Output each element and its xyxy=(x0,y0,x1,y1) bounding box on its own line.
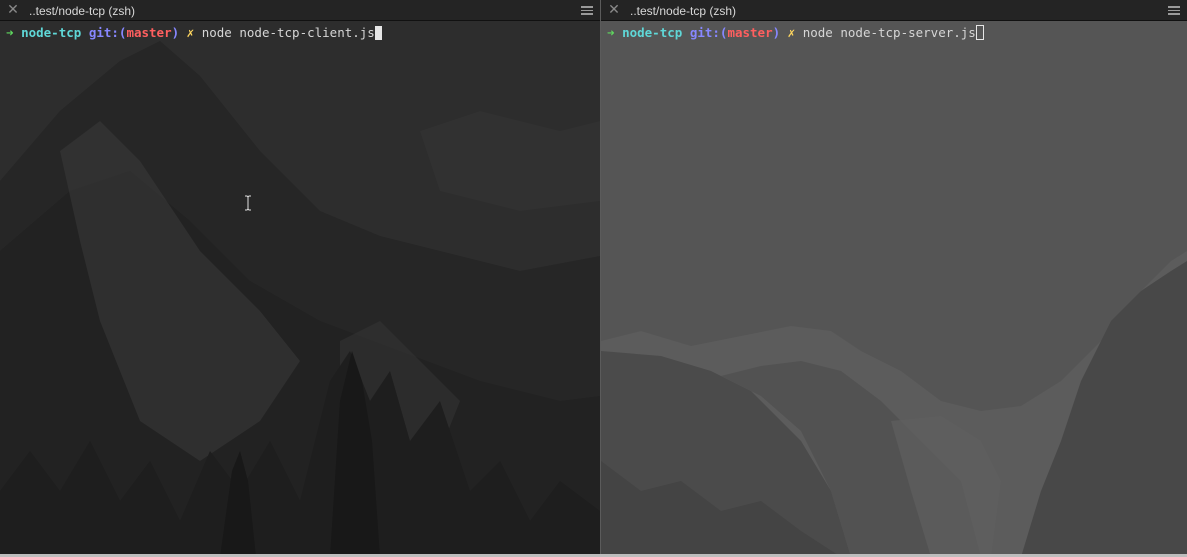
left-command-line[interactable]: ➜ node-tcp git:(master) ✗ node node-tcp-… xyxy=(6,25,382,40)
right-pane-tab-bar: ✕ ..test/node-tcp (zsh) xyxy=(601,0,1187,21)
close-icon[interactable]: ✕ xyxy=(608,3,620,17)
prompt-git-prefix: git:( xyxy=(88,25,127,40)
mountain-background-image xyxy=(601,21,1187,557)
left-command-text: node node-tcp-client.js xyxy=(201,25,375,40)
right-terminal-output[interactable]: ➜ node-tcp git:(master) ✗ node node-tcp-… xyxy=(601,21,1187,557)
prompt-git-prefix: git:( xyxy=(689,25,728,40)
text-cursor-icon xyxy=(245,195,251,211)
hamburger-menu-icon[interactable] xyxy=(1168,6,1180,15)
prompt-directory: node-tcp xyxy=(622,25,683,40)
right-command-line[interactable]: ➜ node-tcp git:(master) ✗ node node-tcp-… xyxy=(607,25,984,40)
prompt-git-suffix: ) xyxy=(171,25,180,40)
mountain-background-image xyxy=(0,21,600,557)
left-terminal-output[interactable]: ➜ node-tcp git:(master) ✗ node node-tcp-… xyxy=(0,21,600,557)
terminal-cursor-inactive xyxy=(975,25,984,40)
prompt-git-suffix: ) xyxy=(772,25,781,40)
terminal-window: ✕ ..test/node-tcp (zsh) ➜ node-tcp git:(… xyxy=(0,0,1187,557)
prompt-arrow: ➜ xyxy=(6,25,14,40)
left-terminal-pane[interactable]: ✕ ..test/node-tcp (zsh) ➜ node-tcp git:(… xyxy=(0,0,600,557)
prompt-git-branch: master xyxy=(727,25,773,40)
prompt-arrow: ➜ xyxy=(607,25,615,40)
left-pane-tab-bar: ✕ ..test/node-tcp (zsh) xyxy=(0,0,600,21)
hamburger-menu-icon[interactable] xyxy=(581,6,593,15)
prompt-directory: node-tcp xyxy=(21,25,82,40)
left-pane-tab-title: ..test/node-tcp (zsh) xyxy=(29,4,136,18)
right-terminal-pane[interactable]: ✕ ..test/node-tcp (zsh) ➜ node-tcp git:(… xyxy=(601,0,1187,557)
prompt-git-branch: master xyxy=(126,25,172,40)
prompt-dirty-marker: ✗ xyxy=(787,25,796,40)
prompt-dirty-marker: ✗ xyxy=(186,25,195,40)
close-icon[interactable]: ✕ xyxy=(7,3,19,17)
terminal-cursor-active xyxy=(374,26,382,40)
right-pane-tab-title: ..test/node-tcp (zsh) xyxy=(630,4,737,18)
right-command-text: node node-tcp-server.js xyxy=(802,25,976,40)
